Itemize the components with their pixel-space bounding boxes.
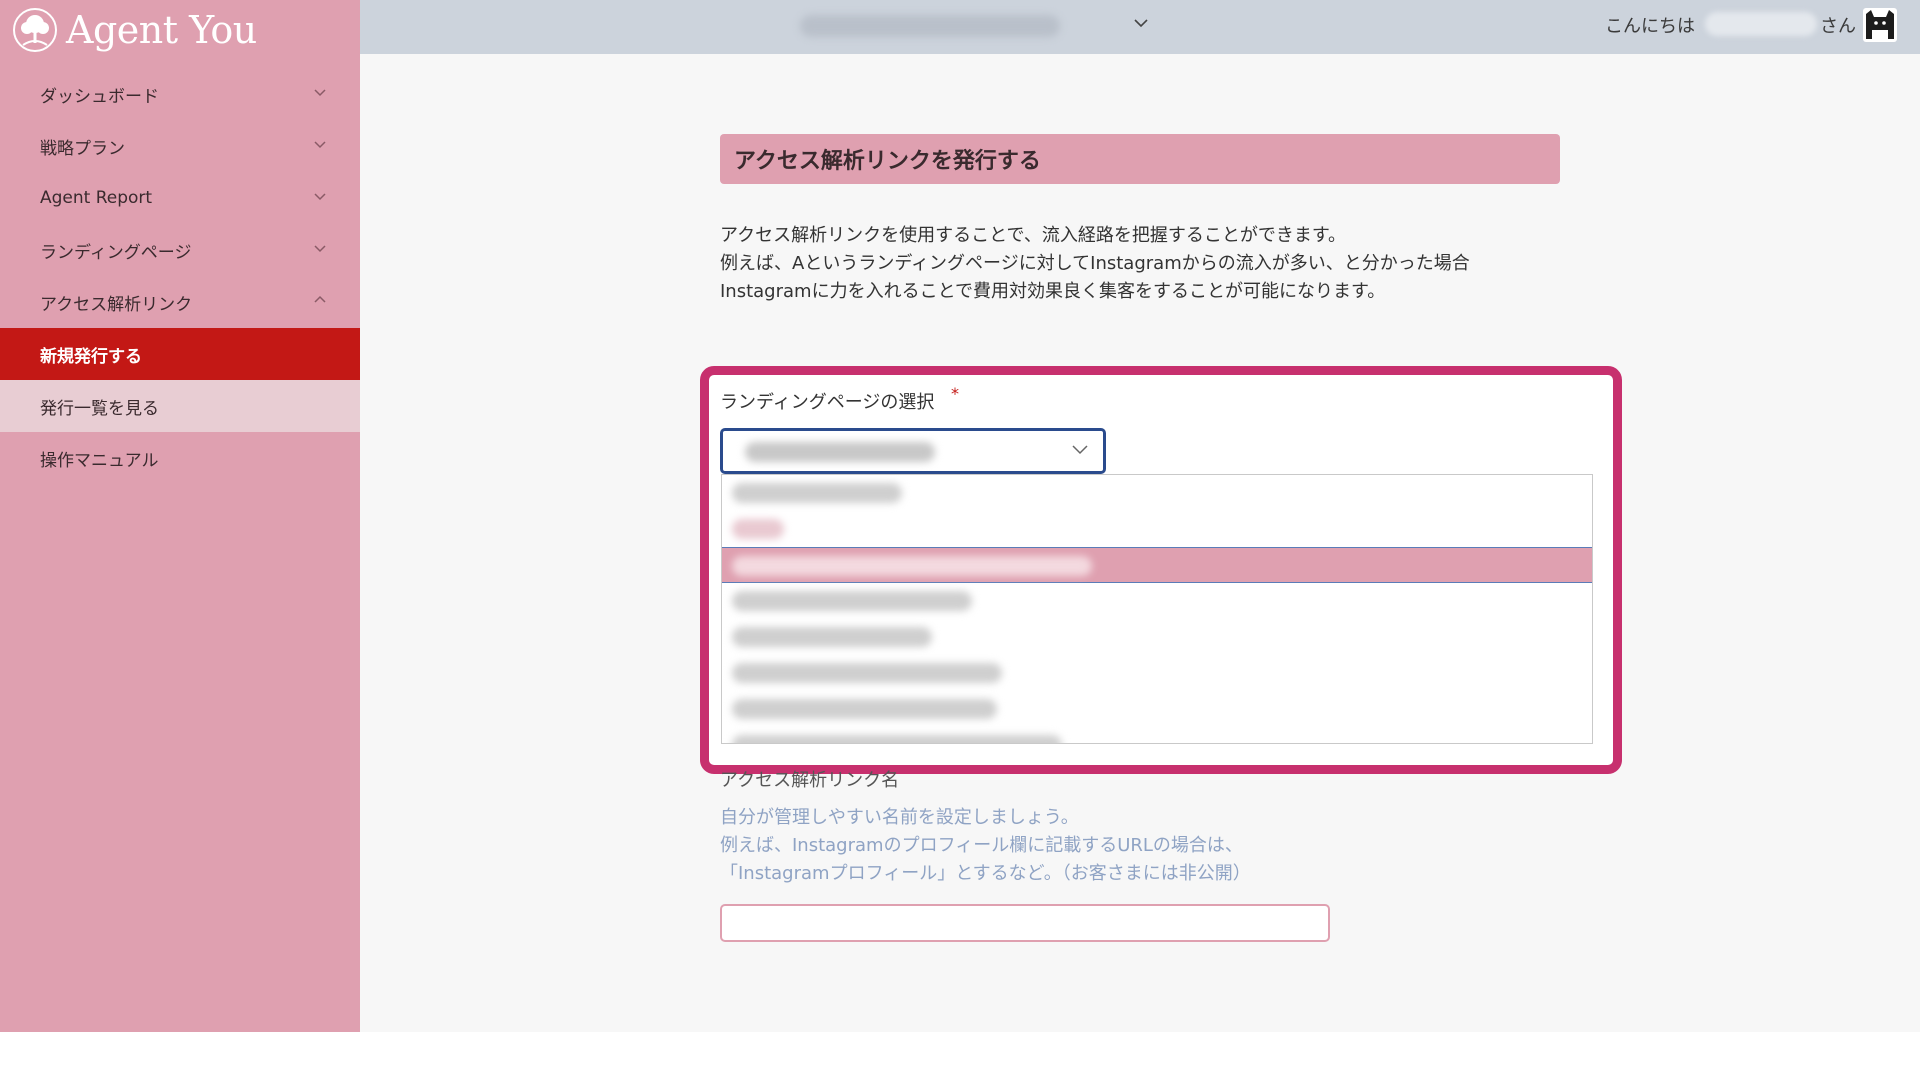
sidebar-item-issued-list[interactable]: 発行一覧を見る [0, 380, 360, 432]
top-bar: こんにちは さん [360, 0, 1920, 54]
helper-line: 例えば、Instagramのプロフィール欄に記載するURLの場合は、 [720, 835, 1243, 856]
sidebar-item-manual[interactable]: 操作マニュアル [0, 432, 360, 484]
user-suffix: さん [1820, 16, 1856, 37]
landing-page-option[interactable] [722, 511, 1592, 547]
link-name-helper: 自分が管理しやすい名前を設定しましょう。 例えば、Instagramのプロフィー… [720, 804, 1620, 888]
sidebar-item-access-analysis-link[interactable]: アクセス解析リンク [0, 276, 360, 328]
sidebar-item-label: ダッシュボード [40, 86, 159, 107]
sidebar-item-label: Agent Report [40, 188, 153, 208]
redacted-option-text [732, 627, 932, 647]
landing-page-option[interactable] [722, 655, 1592, 691]
redacted-option-text [732, 519, 784, 539]
redacted-user-name [1705, 12, 1817, 36]
sidebar-item-agent-report[interactable]: Agent Report [0, 172, 360, 224]
description-line: 例えば、Aというランディングページに対してInstagramからの流入が多い、と… [720, 253, 1470, 274]
landing-page-option[interactable] [722, 475, 1592, 511]
landing-page-option[interactable] [722, 691, 1592, 727]
description-line: アクセス解析リンクを使用することで、流入経路を把握することができます。 [720, 225, 1347, 246]
greeting-text: こんにちは [1605, 16, 1695, 37]
chevron-up-icon [314, 294, 326, 306]
chevron-down-icon [314, 138, 326, 150]
link-name-input[interactable] [720, 904, 1330, 942]
redacted-option-text [732, 483, 902, 503]
chevron-down-icon [314, 242, 326, 254]
redacted-option-text [732, 663, 1002, 683]
chevron-down-icon [1072, 445, 1088, 455]
landing-page-option-selected[interactable] [722, 547, 1592, 583]
brand-logo[interactable]: Agent You [12, 4, 257, 56]
sidebar-item-landing-page[interactable]: ランディングページ [0, 224, 360, 276]
page-description: アクセス解析リンクを使用することで、流入経路を把握することができます。 例えば、… [720, 222, 1600, 306]
redacted-option-text [732, 591, 972, 611]
sidebar: Agent You ダッシュボード 戦略プラン Agent Report ランデ… [0, 0, 360, 1032]
landing-page-option[interactable] [722, 619, 1592, 655]
cat-avatar-icon[interactable] [1863, 8, 1897, 42]
redacted-option-text [732, 735, 1062, 743]
sidebar-item-label: 戦略プラン [40, 138, 125, 159]
sidebar-nav: ダッシュボード 戦略プラン Agent Report ランディングページ アクセ… [0, 68, 360, 484]
page-title: アクセス解析リンクを発行する [720, 134, 1560, 184]
link-name-label: アクセス解析リンク名 [720, 770, 900, 791]
sidebar-item-new-issue[interactable]: 新規発行する [0, 328, 360, 380]
sidebar-item-label: 発行一覧を見る [40, 398, 159, 419]
landing-page-select[interactable] [720, 428, 1106, 474]
landing-page-options-list[interactable] [721, 474, 1593, 744]
redacted-selected-value [745, 442, 935, 462]
redacted-store-name [800, 15, 1060, 37]
helper-line: 「Instagramプロフィール」とするなど。（お客さまには非公開） [720, 863, 1251, 884]
chevron-down-icon[interactable] [1134, 18, 1148, 28]
tree-logo-icon [13, 8, 57, 52]
main-content: アクセス解析リンクを発行する アクセス解析リンクを使用することで、流入経路を把握… [360, 54, 1920, 1032]
redacted-option-text [732, 556, 1092, 576]
sidebar-item-dashboard[interactable]: ダッシュボード [0, 68, 360, 120]
sidebar-item-label: 操作マニュアル [40, 450, 159, 471]
helper-line: 自分が管理しやすい名前を設定しましょう。 [720, 807, 1079, 828]
sidebar-item-label: アクセス解析リンク [40, 294, 193, 315]
landing-page-option[interactable] [722, 583, 1592, 619]
chevron-down-icon [314, 86, 326, 98]
chevron-down-icon [314, 190, 326, 202]
required-mark: * [951, 384, 959, 403]
sidebar-item-label: ランディングページ [40, 242, 192, 263]
store-select-dropdown[interactable] [800, 10, 1220, 44]
brand-name: Agent You [66, 8, 257, 52]
sidebar-item-strategy-plan[interactable]: 戦略プラン [0, 120, 360, 172]
app-window: Agent You ダッシュボード 戦略プラン Agent Report ランデ… [0, 0, 1920, 1032]
description-line: Instagramに力を入れることで費用対効果良く集客をすることが可能になります… [720, 281, 1386, 302]
sidebar-item-label: 新規発行する [40, 346, 142, 367]
landing-page-option[interactable] [722, 727, 1592, 743]
landing-page-select-label: ランディングページの選択 [720, 392, 935, 413]
redacted-option-text [732, 699, 997, 719]
